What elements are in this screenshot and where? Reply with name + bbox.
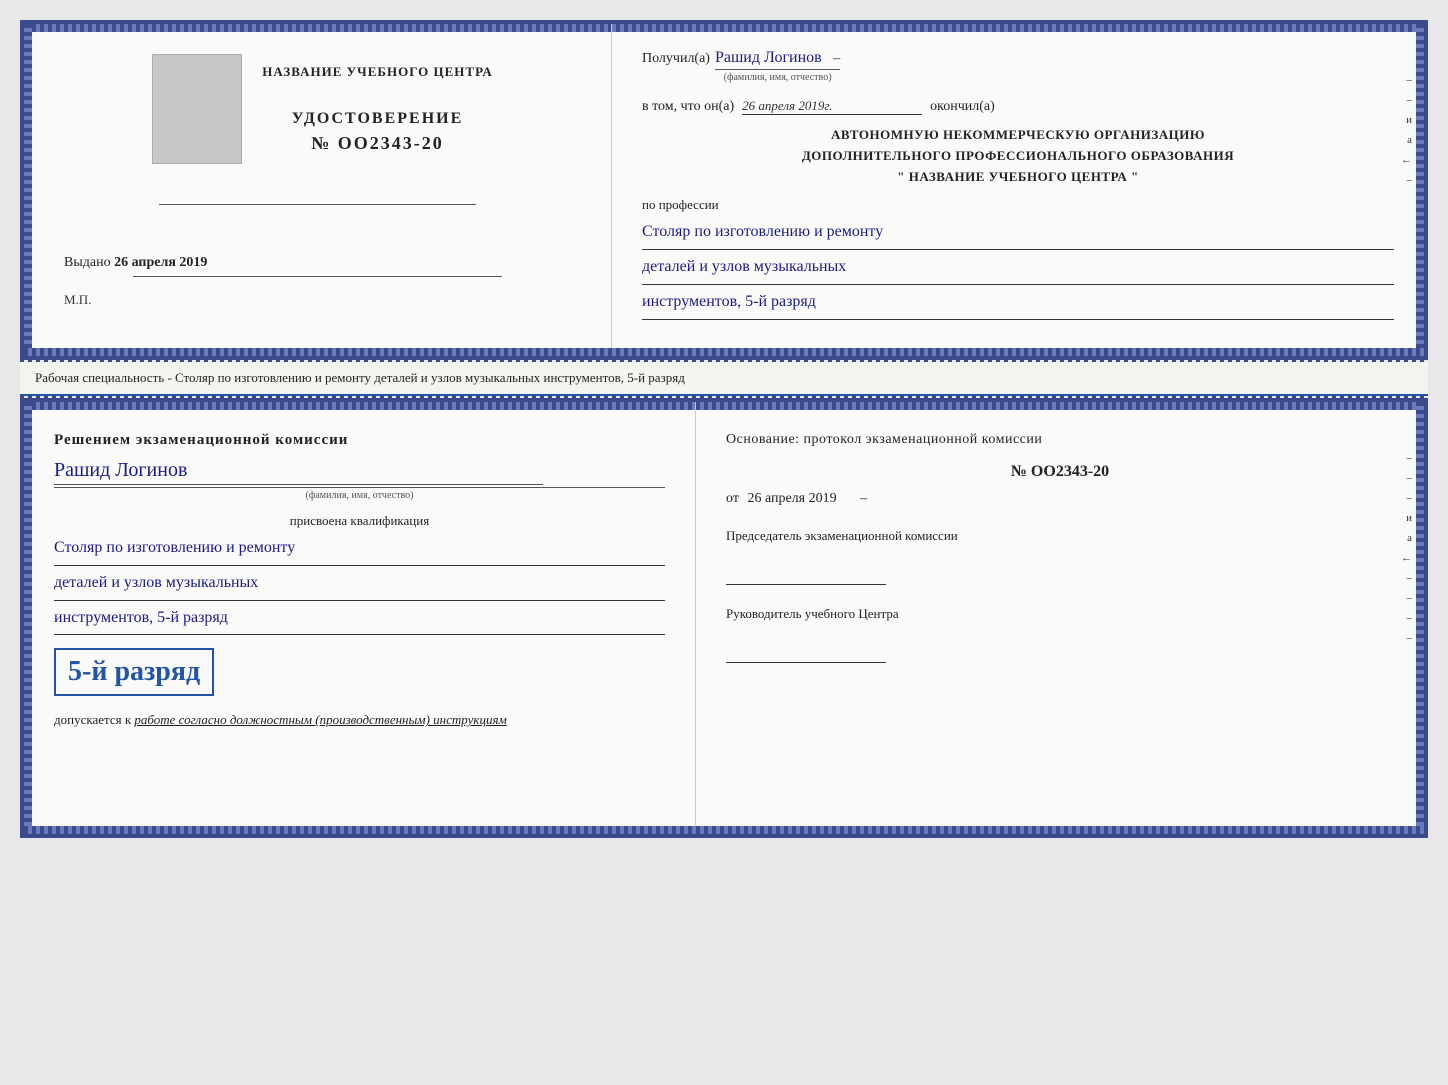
profession-lines: Столяр по изготовлению и ремонту деталей… xyxy=(642,218,1394,319)
qual-line2: деталей и узлов музыкальных xyxy=(54,569,665,601)
deco-dash-b3: – xyxy=(1407,492,1413,504)
deco-dash-b5: – xyxy=(1407,592,1413,604)
rukovoditel-label: Руководитель учебного Центра xyxy=(726,605,1394,623)
org-line2: ДОПОЛНИТЕЛЬНОГО ПРОФЕССИОНАЛЬНОГО ОБРАЗО… xyxy=(642,146,1394,167)
chairman-block: Председатель экзаменационной комиссии xyxy=(726,527,1394,585)
deco-dash-b1: – xyxy=(1407,452,1413,464)
bottom-left-panel: Решением экзаменационной комиссии Рашид … xyxy=(24,402,696,834)
dopuskaetsya-block: допускается к работе согласно должностны… xyxy=(54,712,665,728)
top-right-panel: Получил(а) Рашид Логинов – (фамилия, имя… xyxy=(612,24,1424,356)
chairman-label: Председатель экзаменационной комиссии xyxy=(726,527,1394,545)
rukovoditel-block: Руководитель учебного Центра xyxy=(726,605,1394,663)
deco-dash1: – xyxy=(1407,74,1413,86)
bottom-right-panel: Основание: протокол экзаменационной коми… xyxy=(696,402,1424,834)
udostoverenie-title: УДОСТОВЕРЕНИЕ xyxy=(292,110,464,128)
deco-a: а xyxy=(1407,134,1412,146)
deco-dash-b7: – xyxy=(1407,632,1413,644)
profession-line1: Столяр по изготовлению и ремонту xyxy=(642,218,1394,250)
mp-label: М.П. xyxy=(64,292,91,308)
vydano-line: Выдано 26 апреля 2019 xyxy=(64,255,207,271)
resheniem-title: Решением экзаменационной комиссии xyxy=(54,432,665,449)
ot-line: от 26 апреля 2019 – xyxy=(726,491,1394,507)
qual-line1: Столяр по изготовлению и ремонту xyxy=(54,534,665,566)
protocol-number: № OO2343-20 xyxy=(726,463,1394,481)
org-block: АВТОНОМНУЮ НЕКОММЕРЧЕСКУЮ ОРГАНИЗАЦИЮ ДО… xyxy=(642,125,1394,187)
received-line: Получил(а) Рашид Логинов – (фамилия, имя… xyxy=(642,49,1394,83)
poluchil-label: Получил(а) xyxy=(642,51,710,67)
chairman-signature-line xyxy=(726,565,886,585)
osnovanie-label: Основание: протокол экзаменационной коми… xyxy=(726,432,1394,448)
vtom-label: в том, что он(а) xyxy=(642,99,734,115)
rank-highlight-box: 5-й разряд xyxy=(54,648,214,696)
date-value: 26 апреля 2019г. xyxy=(742,98,922,115)
right-decorations-top: – – и а ← – xyxy=(1401,74,1412,186)
udostoverenie-number: № OO2343-20 xyxy=(292,133,464,154)
org-line1: АВТОНОМНУЮ НЕКОММЕРЧЕСКУЮ ОРГАНИЗАЦИЮ xyxy=(642,125,1394,146)
recipient-dash: – xyxy=(833,51,840,66)
ot-label: от xyxy=(726,491,739,506)
profession-line3: инструментов, 5-й разряд xyxy=(642,288,1394,320)
deco-dash2: – xyxy=(1407,94,1413,106)
recipient-handwritten-bottom: Рашид Логинов (фамилия, имя, отчество) xyxy=(54,459,665,501)
right-decorations-bottom: – – – и а ← – – – – xyxy=(1401,452,1412,644)
deco-i: и xyxy=(1406,114,1412,126)
rank-text: 5-й разряд xyxy=(68,656,200,688)
deco-arrow-b: ← xyxy=(1401,552,1412,564)
profession-line2: деталей и узлов музыкальных xyxy=(642,253,1394,285)
deco-dash-b4: – xyxy=(1407,572,1413,584)
deco-a-b: а xyxy=(1407,532,1412,544)
po-professii-label: по профессии xyxy=(642,197,1394,213)
deco-dash3: – xyxy=(1407,174,1413,186)
vtom-line: в том, что он(а) 26 апреля 2019г. окончи… xyxy=(642,98,1394,115)
bottom-document: Решением экзаменационной комиссии Рашид … xyxy=(20,398,1428,838)
okonchill-label: окончил(а) xyxy=(930,99,995,115)
prisvoyena-label: присвоена квалификация xyxy=(54,513,665,529)
dopuskaetsya-label: допускается к xyxy=(54,712,131,727)
top-document: НАЗВАНИЕ УЧЕБНОГО ЦЕНТРА УДОСТОВЕРЕНИЕ №… xyxy=(20,20,1428,360)
fio-label-bottom: (фамилия, имя, отчество) xyxy=(54,487,665,501)
deco-dash-b2: – xyxy=(1407,472,1413,484)
vydano-label: Выдано xyxy=(64,255,111,270)
top-left-panel: НАЗВАНИЕ УЧЕБНОГО ЦЕНТРА УДОСТОВЕРЕНИЕ №… xyxy=(24,24,612,356)
org-line3: " НАЗВАНИЕ УЧЕБНОГО ЦЕНТРА " xyxy=(642,167,1394,188)
ot-dash: – xyxy=(860,491,867,506)
vydano-date: 26 апреля 2019 xyxy=(114,255,207,270)
ot-date: 26 апреля 2019 xyxy=(747,491,836,506)
recipient-name-bottom: Рашид Логинов xyxy=(54,459,187,481)
rukovoditel-signature-line xyxy=(726,643,886,663)
deco-arrow: ← xyxy=(1401,154,1412,166)
recipient-name-top: Рашид Логинов xyxy=(715,49,822,66)
deco-dash-b6: – xyxy=(1407,612,1413,624)
center-name-top: НАЗВАНИЕ УЧЕБНОГО ЦЕНТРА xyxy=(262,64,493,80)
qual-line3: инструментов, 5-й разряд xyxy=(54,604,665,636)
qualification-block: Столяр по изготовлению и ремонту деталей… xyxy=(54,534,665,635)
photo-placeholder xyxy=(152,54,242,164)
specialty-label: Рабочая специальность - Столяр по изгото… xyxy=(20,362,1428,396)
deco-i-b: и xyxy=(1406,512,1412,524)
udostoverenie-block: УДОСТОВЕРЕНИЕ № OO2343-20 xyxy=(292,110,464,154)
fio-label-top: (фамилия, имя, отчество) xyxy=(715,69,840,83)
dopuskaetsya-text: работе согласно должностным (производств… xyxy=(134,712,506,727)
